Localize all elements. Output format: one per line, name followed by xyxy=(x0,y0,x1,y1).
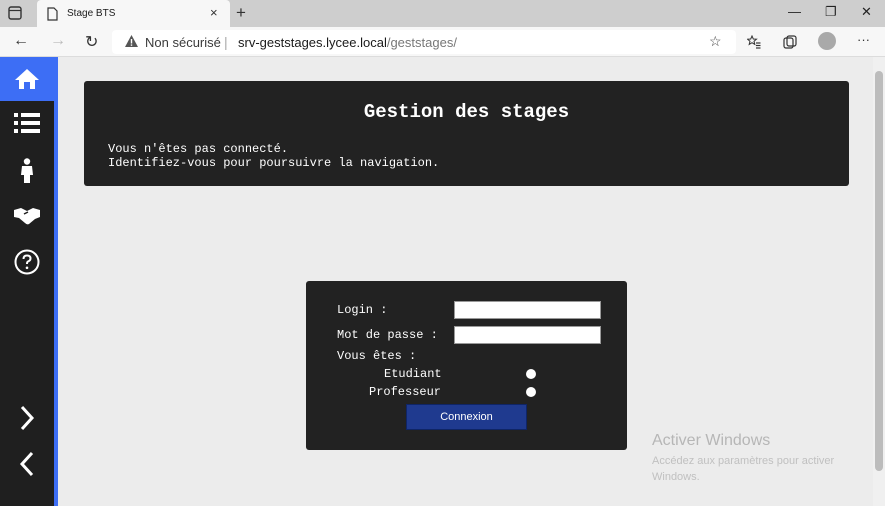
refresh-button[interactable]: ↻ xyxy=(85,32,98,52)
browser-tab[interactable]: Stage BTS × xyxy=(37,0,230,27)
windows-activation-text: Accédez aux paramètres pour activer Wind… xyxy=(652,455,835,483)
new-tab-button[interactable]: + xyxy=(236,3,246,23)
restore-button[interactable]: ❐ xyxy=(825,4,837,20)
tab-actions-icon[interactable] xyxy=(8,6,22,20)
sidebar-item-list[interactable] xyxy=(0,101,54,145)
tab-title: Stage BTS xyxy=(67,8,116,19)
security-label: Non sécurisé xyxy=(145,35,221,50)
url-text: srv-geststages.lycee.local/geststages/ xyxy=(238,35,457,50)
sidebar-item-help[interactable] xyxy=(0,240,54,284)
vertical-scrollbar[interactable] xyxy=(873,57,885,506)
role-student-label: Etudiant xyxy=(384,367,442,381)
sidebar-item-home[interactable] xyxy=(0,57,54,101)
tab-close-icon[interactable]: × xyxy=(210,5,218,20)
role-teacher-radio[interactable] xyxy=(526,387,536,397)
sidebar xyxy=(0,57,58,506)
browser-title-bar: Stage BTS × + — ❐ ✕ xyxy=(0,0,885,27)
collections-icon[interactable] xyxy=(783,35,797,49)
address-bar[interactable]: Non sécurisé | srv-geststages.lycee.loca… xyxy=(112,30,736,54)
home-icon xyxy=(15,69,39,89)
page-title: Gestion des stages xyxy=(363,101,570,123)
warning-icon[interactable] xyxy=(124,34,139,48)
more-menu-icon[interactable]: ··· xyxy=(857,32,870,47)
password-input[interactable] xyxy=(454,326,601,344)
person-icon xyxy=(21,158,33,183)
chevron-left-icon xyxy=(19,451,34,477)
back-button[interactable]: ← xyxy=(13,32,29,50)
minimize-button[interactable]: — xyxy=(788,4,801,19)
question-icon xyxy=(14,249,40,275)
role-student-radio[interactable] xyxy=(526,369,536,379)
role-teacher-label: Professeur xyxy=(369,385,442,399)
close-window-button[interactable]: ✕ xyxy=(861,4,872,20)
login-prompt-message: Identifiez-vous pour poursuivre la navig… xyxy=(108,156,440,170)
page-icon xyxy=(47,7,58,21)
sidebar-next-button[interactable] xyxy=(0,396,54,440)
favorites-icon[interactable] xyxy=(747,35,761,49)
chevron-right-icon xyxy=(20,405,35,431)
add-favorite-icon[interactable]: ☆ xyxy=(709,33,722,50)
login-label: Login : xyxy=(337,303,388,317)
login-input[interactable] xyxy=(454,301,601,319)
handshake-icon xyxy=(14,208,40,225)
url-path: /geststages/ xyxy=(386,35,457,50)
password-label: Mot de passe : xyxy=(337,328,438,342)
windows-activation-title: Activer Windows xyxy=(652,432,771,449)
header-panel: Gestion des stages Vous n'êtes pas conne… xyxy=(84,81,849,186)
profile-avatar[interactable] xyxy=(818,32,836,50)
scrollbar-thumb[interactable] xyxy=(875,71,883,471)
sidebar-item-companies[interactable] xyxy=(0,194,54,238)
not-connected-message: Vous n'êtes pas connecté. xyxy=(108,142,289,156)
sidebar-previous-button[interactable] xyxy=(0,442,54,486)
connexion-button[interactable]: Connexion xyxy=(406,404,527,430)
role-label: Vous êtes : xyxy=(337,349,417,363)
login-form: Login : Mot de passe : Vous êtes : Etudi… xyxy=(306,281,627,450)
url-separator: | xyxy=(224,34,228,50)
address-toolbar: ← → ↻ Non sécurisé | srv-geststages.lyce… xyxy=(0,27,885,57)
url-host: srv-geststages.lycee.local xyxy=(238,35,387,50)
sidebar-item-student[interactable] xyxy=(0,149,54,193)
forward-button[interactable]: → xyxy=(50,32,66,50)
list-icon xyxy=(14,113,40,133)
